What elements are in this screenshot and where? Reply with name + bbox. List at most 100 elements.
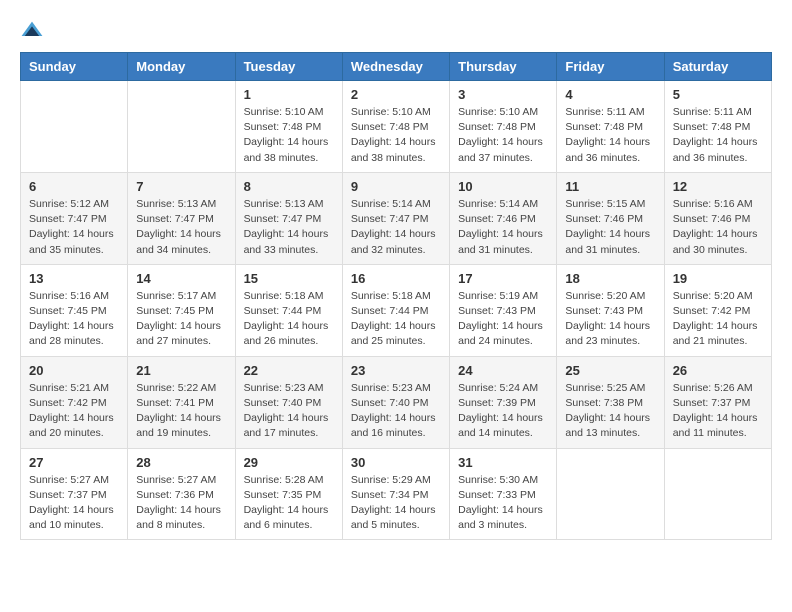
day-number: 20: [29, 363, 119, 378]
day-number: 31: [458, 455, 548, 470]
day-number: 18: [565, 271, 655, 286]
calendar-cell: 20 Sunrise: 5:21 AM Sunset: 7:42 PM Dayli…: [21, 356, 128, 448]
day-info: Sunrise: 5:16 AM Sunset: 7:46 PM Dayligh…: [673, 197, 763, 258]
day-header-tuesday: Tuesday: [235, 53, 342, 81]
day-info: Sunrise: 5:19 AM Sunset: 7:43 PM Dayligh…: [458, 289, 548, 350]
day-number: 26: [673, 363, 763, 378]
day-number: 14: [136, 271, 226, 286]
calendar-cell: 13Sunrise: 5:16 AM Sunset: 7:45 PM Dayli…: [21, 264, 128, 356]
day-number: 11: [565, 179, 655, 194]
calendar-week-4: 27Sunrise: 5:27 AM Sunset: 7:37 PM Dayli…: [21, 448, 772, 540]
day-info: Sunrise: 5:17 AM Sunset: 7:45 PM Dayligh…: [136, 289, 226, 350]
day-number: 4: [565, 87, 655, 102]
calendar-cell: 10 Sunrise: 5:14 AM Sunset: 7:46 PM Dayli…: [450, 172, 557, 264]
day-info: Sunrise: 5:23 AM Sunset: 7:40 PM Dayligh…: [351, 381, 441, 442]
day-number: 24: [458, 363, 548, 378]
day-number: 28: [136, 455, 226, 470]
day-header-wednesday: Wednesday: [342, 53, 449, 81]
calendar-cell: 22 Sunrise: 5:23 AM Sunset: 7:40 PM Dayli…: [235, 356, 342, 448]
day-info: Sunrise: 5:27 AM Sunset: 7:36 PM Dayligh…: [136, 473, 226, 534]
day-number: 6: [29, 179, 119, 194]
calendar-body: 1 Sunrise: 5:10 AM Sunset: 7:48 PM Daylig…: [21, 81, 772, 540]
calendar-cell: 21 Sunrise: 5:22 AM Sunset: 7:41 PM Dayli…: [128, 356, 235, 448]
day-info: Sunrise: 5:24 AM Sunset: 7:39 PM Dayligh…: [458, 381, 548, 442]
day-header-saturday: Saturday: [664, 53, 771, 81]
calendar-cell: 5Sunrise: 5:11 AM Sunset: 7:48 PM Daylig…: [664, 81, 771, 173]
day-number: 5: [673, 87, 763, 102]
calendar-cell: 28 Sunrise: 5:27 AM Sunset: 7:36 PM Dayli…: [128, 448, 235, 540]
day-info: Sunrise: 5:28 AM Sunset: 7:35 PM Dayligh…: [244, 473, 334, 534]
day-number: 12: [673, 179, 763, 194]
calendar-cell: 27Sunrise: 5:27 AM Sunset: 7:37 PM Dayli…: [21, 448, 128, 540]
day-number: 1: [244, 87, 334, 102]
logo-icon: [20, 20, 44, 44]
day-number: 15: [244, 271, 334, 286]
day-info: Sunrise: 5:25 AM Sunset: 7:38 PM Dayligh…: [565, 381, 655, 442]
calendar-cell: 23 Sunrise: 5:23 AM Sunset: 7:40 PM Dayli…: [342, 356, 449, 448]
calendar-cell: 30Sunrise: 5:29 AM Sunset: 7:34 PM Dayli…: [342, 448, 449, 540]
calendar-cell: 2 Sunrise: 5:10 AM Sunset: 7:48 PM Daylig…: [342, 81, 449, 173]
day-number: 9: [351, 179, 441, 194]
day-info: Sunrise: 5:22 AM Sunset: 7:41 PM Dayligh…: [136, 381, 226, 442]
day-info: Sunrise: 5:18 AM Sunset: 7:44 PM Dayligh…: [244, 289, 334, 350]
day-info: Sunrise: 5:30 AM Sunset: 7:33 PM Dayligh…: [458, 473, 548, 534]
calendar-cell: 7Sunrise: 5:13 AM Sunset: 7:47 PM Daylig…: [128, 172, 235, 264]
day-number: 17: [458, 271, 548, 286]
day-number: 10: [458, 179, 548, 194]
day-number: 23: [351, 363, 441, 378]
day-info: Sunrise: 5:10 AM Sunset: 7:48 PM Dayligh…: [458, 105, 548, 166]
day-info: Sunrise: 5:14 AM Sunset: 7:47 PM Dayligh…: [351, 197, 441, 258]
calendar-table: SundayMondayTuesdayWednesdayThursdayFrid…: [20, 52, 772, 540]
calendar-cell: [557, 448, 664, 540]
calendar-cell: 9 Sunrise: 5:14 AM Sunset: 7:47 PM Daylig…: [342, 172, 449, 264]
day-header-sunday: Sunday: [21, 53, 128, 81]
day-number: 8: [244, 179, 334, 194]
calendar-week-1: 6 Sunrise: 5:12 AM Sunset: 7:47 PM Daylig…: [21, 172, 772, 264]
day-info: Sunrise: 5:10 AM Sunset: 7:48 PM Dayligh…: [351, 105, 441, 166]
day-number: 3: [458, 87, 548, 102]
day-header-friday: Friday: [557, 53, 664, 81]
day-info: Sunrise: 5:12 AM Sunset: 7:47 PM Dayligh…: [29, 197, 119, 258]
calendar-cell: 14 Sunrise: 5:17 AM Sunset: 7:45 PM Dayli…: [128, 264, 235, 356]
day-info: Sunrise: 5:20 AM Sunset: 7:43 PM Dayligh…: [565, 289, 655, 350]
logo: [20, 20, 48, 44]
day-number: 30: [351, 455, 441, 470]
calendar-cell: 18 Sunrise: 5:20 AM Sunset: 7:43 PM Dayli…: [557, 264, 664, 356]
day-number: 21: [136, 363, 226, 378]
day-number: 13: [29, 271, 119, 286]
day-number: 19: [673, 271, 763, 286]
day-number: 2: [351, 87, 441, 102]
page-header: [20, 20, 772, 44]
day-info: Sunrise: 5:14 AM Sunset: 7:46 PM Dayligh…: [458, 197, 548, 258]
calendar-cell: 12 Sunrise: 5:16 AM Sunset: 7:46 PM Dayli…: [664, 172, 771, 264]
day-info: Sunrise: 5:13 AM Sunset: 7:47 PM Dayligh…: [136, 197, 226, 258]
calendar-cell: 25 Sunrise: 5:25 AM Sunset: 7:38 PM Dayli…: [557, 356, 664, 448]
calendar-week-2: 13Sunrise: 5:16 AM Sunset: 7:45 PM Dayli…: [21, 264, 772, 356]
calendar-cell: 1 Sunrise: 5:10 AM Sunset: 7:48 PM Daylig…: [235, 81, 342, 173]
calendar-cell: 8 Sunrise: 5:13 AM Sunset: 7:47 PM Daylig…: [235, 172, 342, 264]
day-info: Sunrise: 5:10 AM Sunset: 7:48 PM Dayligh…: [244, 105, 334, 166]
day-number: 25: [565, 363, 655, 378]
calendar-cell: 19 Sunrise: 5:20 AM Sunset: 7:42 PM Dayli…: [664, 264, 771, 356]
calendar-cell: 26Sunrise: 5:26 AM Sunset: 7:37 PM Dayli…: [664, 356, 771, 448]
day-header-monday: Monday: [128, 53, 235, 81]
day-info: Sunrise: 5:13 AM Sunset: 7:47 PM Dayligh…: [244, 197, 334, 258]
calendar-cell: 29 Sunrise: 5:28 AM Sunset: 7:35 PM Dayli…: [235, 448, 342, 540]
day-info: Sunrise: 5:11 AM Sunset: 7:48 PM Dayligh…: [565, 105, 655, 166]
day-info: Sunrise: 5:20 AM Sunset: 7:42 PM Dayligh…: [673, 289, 763, 350]
day-info: Sunrise: 5:23 AM Sunset: 7:40 PM Dayligh…: [244, 381, 334, 442]
day-info: Sunrise: 5:18 AM Sunset: 7:44 PM Dayligh…: [351, 289, 441, 350]
calendar-cell: 24 Sunrise: 5:24 AM Sunset: 7:39 PM Dayli…: [450, 356, 557, 448]
calendar-week-0: 1 Sunrise: 5:10 AM Sunset: 7:48 PM Daylig…: [21, 81, 772, 173]
calendar-cell: [21, 81, 128, 173]
day-info: Sunrise: 5:15 AM Sunset: 7:46 PM Dayligh…: [565, 197, 655, 258]
calendar-week-3: 20 Sunrise: 5:21 AM Sunset: 7:42 PM Dayli…: [21, 356, 772, 448]
day-number: 29: [244, 455, 334, 470]
calendar-cell: [664, 448, 771, 540]
calendar-cell: 31 Sunrise: 5:30 AM Sunset: 7:33 PM Dayli…: [450, 448, 557, 540]
day-info: Sunrise: 5:21 AM Sunset: 7:42 PM Dayligh…: [29, 381, 119, 442]
day-number: 22: [244, 363, 334, 378]
day-number: 27: [29, 455, 119, 470]
calendar-cell: 6 Sunrise: 5:12 AM Sunset: 7:47 PM Daylig…: [21, 172, 128, 264]
day-number: 16: [351, 271, 441, 286]
